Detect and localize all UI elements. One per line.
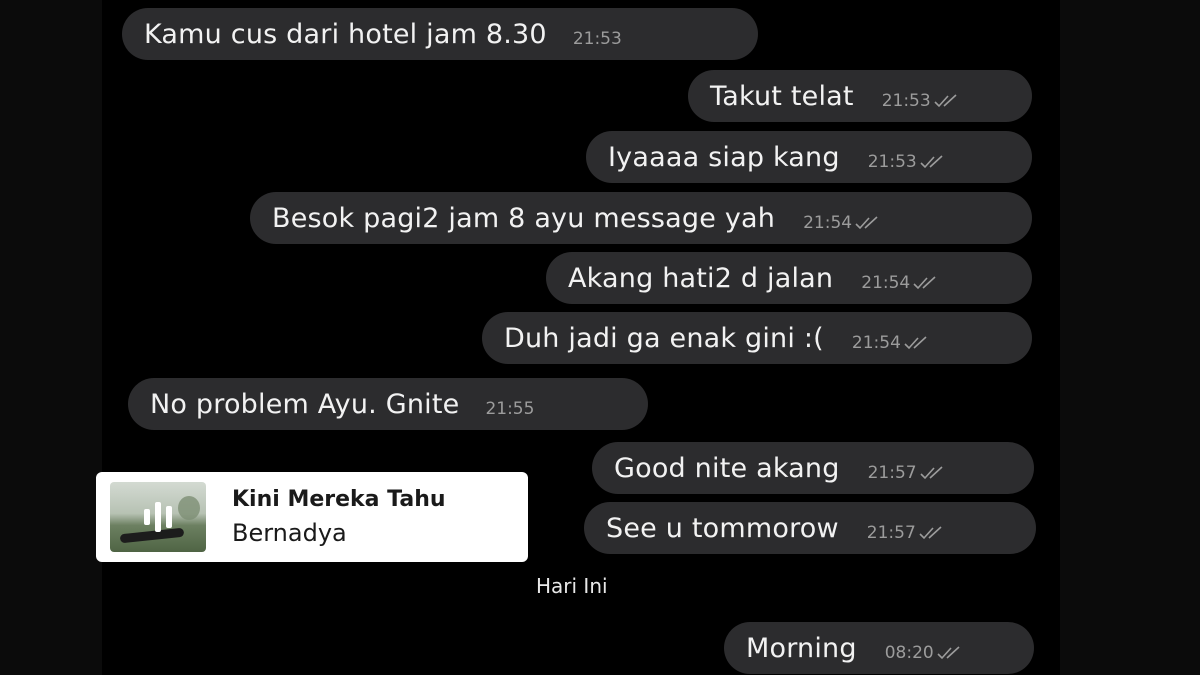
message-time: 21:53 — [867, 152, 917, 172]
message-text: Duh jadi ga enak gini :( — [504, 322, 824, 354]
message-bubble-outgoing[interactable]: Duh jadi ga enak gini :( 21:54 — [482, 312, 1032, 364]
message-text: Good nite akang — [614, 452, 840, 484]
message-text: No problem Ayu. Gnite — [150, 388, 460, 420]
message-text: Iyaaaa siap kang — [608, 141, 840, 173]
message-meta: 21:57 — [867, 523, 949, 543]
message-bubble-outgoing[interactable]: Akang hati2 d jalan 21:54 — [546, 252, 1032, 304]
double-check-icon — [913, 276, 936, 290]
message-time: 21:54 — [803, 213, 853, 233]
message-bubble-outgoing[interactable]: Takut telat 21:53 — [688, 70, 1032, 122]
date-separator: Hari Ini — [536, 574, 608, 598]
message-time: 21:53 — [572, 29, 622, 49]
message-meta: 21:57 — [868, 463, 950, 483]
double-check-icon — [855, 216, 878, 230]
message-time: 08:20 — [884, 643, 934, 663]
double-check-icon — [937, 646, 960, 660]
message-bubble-incoming[interactable]: Kamu cus dari hotel jam 8.30 21:53 — [122, 8, 758, 60]
message-meta: 21:54 — [852, 333, 934, 353]
album-artwork — [110, 482, 206, 552]
message-meta: 21:53 — [868, 152, 950, 172]
message-text: Takut telat — [710, 80, 854, 112]
message-text: Kamu cus dari hotel jam 8.30 — [144, 18, 547, 50]
song-info: Kini Mereka Tahu Bernadya — [232, 484, 446, 550]
message-time: 21:54 — [851, 333, 901, 353]
song-title: Kini Mereka Tahu — [232, 487, 446, 512]
double-check-icon — [920, 466, 943, 480]
message-text: Besok pagi2 jam 8 ayu message yah — [272, 202, 776, 234]
message-text: See u tommorow — [606, 512, 839, 544]
right-margin — [1060, 0, 1200, 675]
left-margin — [0, 0, 102, 675]
message-time: 21:55 — [485, 399, 535, 419]
double-check-icon — [934, 94, 957, 108]
double-check-icon — [904, 336, 927, 350]
message-bubble-incoming[interactable]: No problem Ayu. Gnite 21:55 — [128, 378, 648, 430]
music-now-playing-card[interactable]: Kini Mereka Tahu Bernadya — [96, 472, 528, 562]
message-bubble-outgoing[interactable]: See u tommorow 21:57 — [584, 502, 1036, 554]
message-time: 21:57 — [867, 463, 917, 483]
message-bubble-outgoing[interactable]: Besok pagi2 jam 8 ayu message yah 21:54 — [250, 192, 1032, 244]
message-meta: 21:53 — [882, 91, 964, 111]
message-bubble-outgoing[interactable]: Morning 08:20 — [724, 622, 1034, 674]
double-check-icon — [919, 526, 942, 540]
message-bubble-outgoing[interactable]: Iyaaaa siap kang 21:53 — [586, 131, 1032, 183]
screenshot-frame: Kamu cus dari hotel jam 8.30 21:53 Takut… — [0, 0, 1200, 675]
double-check-icon — [920, 155, 943, 169]
message-time: 21:57 — [866, 523, 916, 543]
message-time: 21:54 — [861, 273, 911, 293]
message-meta: 08:20 — [885, 643, 967, 663]
audio-wave-icon — [110, 482, 206, 552]
message-text: Morning — [746, 632, 857, 664]
message-meta: 21:54 — [803, 213, 885, 233]
message-meta: 21:55 — [485, 399, 534, 419]
message-meta: 21:53 — [573, 29, 622, 49]
message-bubble-outgoing[interactable]: Good nite akang 21:57 — [592, 442, 1034, 494]
message-meta: 21:54 — [861, 273, 943, 293]
message-time: 21:53 — [881, 91, 931, 111]
message-text: Akang hati2 d jalan — [568, 262, 834, 294]
song-artist: Bernadya — [232, 519, 347, 547]
